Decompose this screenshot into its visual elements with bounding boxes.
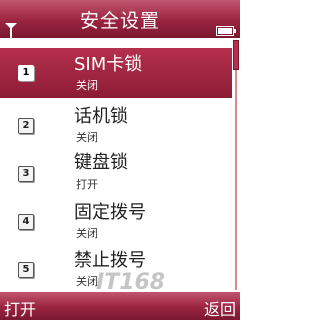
menu-item-value: 打开 <box>76 178 98 191</box>
title-bar: 安全设置 <box>0 0 240 38</box>
scroll-thumb[interactable] <box>233 40 239 70</box>
page-title: 安全设置 <box>79 10 160 32</box>
menu-item-phone-lock[interactable]: 2 话机锁 关闭 <box>0 100 232 150</box>
menu-item-sim-lock[interactable]: 1 SIM卡锁 关闭 <box>0 48 232 98</box>
menu-item-value: 关闭 <box>76 275 98 288</box>
number-3-icon: 3 <box>18 166 34 182</box>
menu-item-keypad-lock[interactable]: 3 键盘锁 打开 <box>0 148 232 198</box>
scrollbar[interactable] <box>232 40 240 290</box>
menu-list: 1 SIM卡锁 关闭 2 话机锁 关闭 3 键盘锁 打开 4 固定拨号 关闭 5… <box>0 38 240 292</box>
scroll-track <box>235 40 237 290</box>
softkey-bar: 打开 返回 <box>0 292 240 320</box>
menu-item-label: 固定拨号 <box>74 202 146 223</box>
menu-item-label: SIM卡锁 <box>74 54 143 75</box>
menu-item-value: 关闭 <box>76 131 98 144</box>
number-2-icon: 2 <box>18 118 34 134</box>
back-softkey[interactable]: 返回 <box>204 296 236 320</box>
menu-item-label: 话机锁 <box>74 106 128 127</box>
menu-item-label: 键盘锁 <box>74 152 128 173</box>
number-1-icon: 1 <box>18 65 34 81</box>
menu-item-value: 关闭 <box>76 227 98 240</box>
menu-item-fixed-dialing[interactable]: 4 固定拨号 关闭 <box>0 198 232 248</box>
menu-item-value: 关闭 <box>76 79 98 92</box>
menu-item-label: 禁止拨号 <box>74 250 146 271</box>
open-softkey[interactable]: 打开 <box>4 296 36 320</box>
number-4-icon: 4 <box>18 214 34 230</box>
number-5-icon: 5 <box>18 262 34 278</box>
battery-icon <box>216 26 236 36</box>
